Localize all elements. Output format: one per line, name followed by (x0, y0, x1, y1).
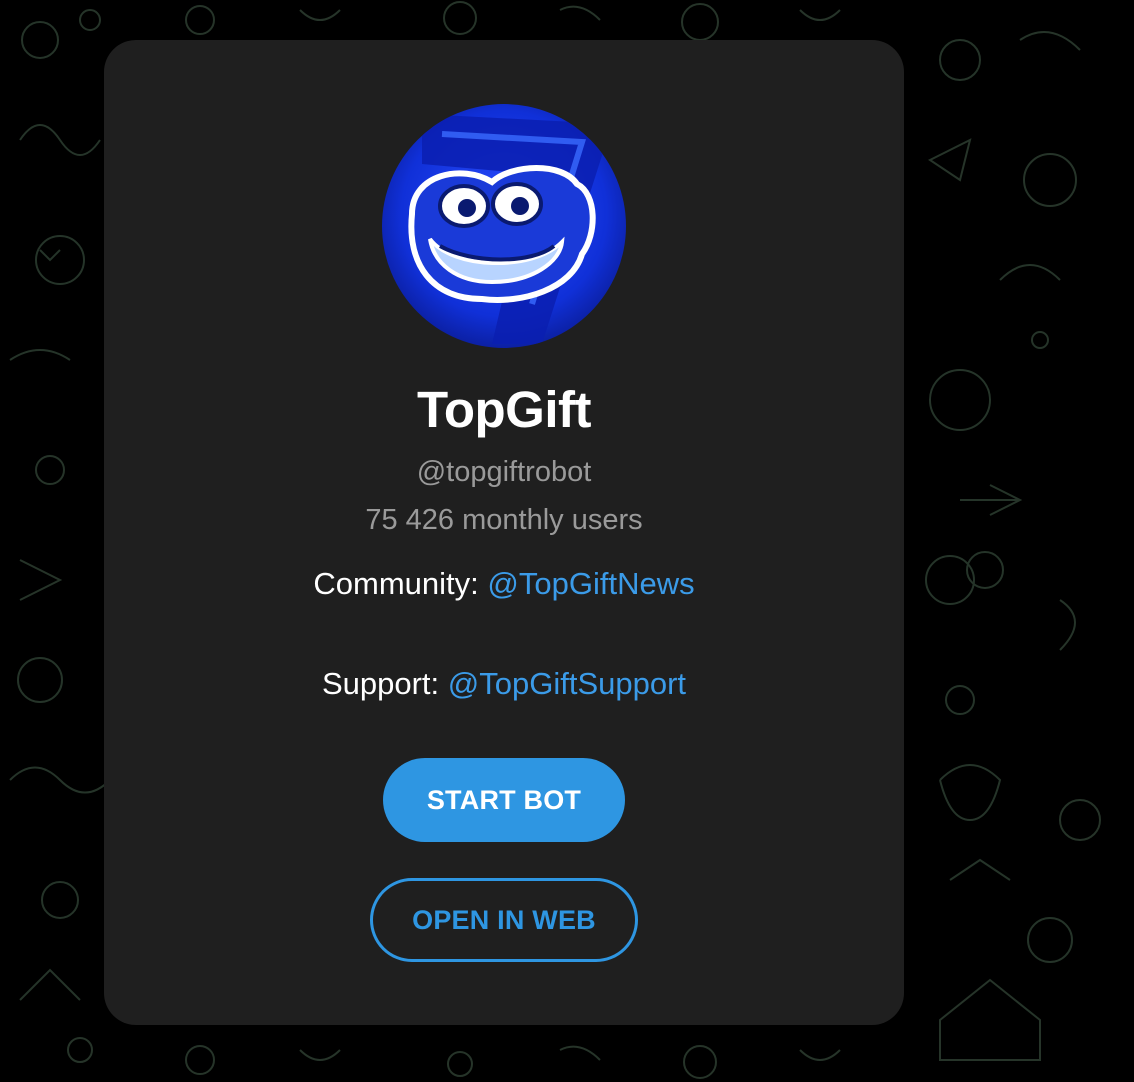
bot-name: TopGift (417, 381, 591, 438)
bot-info-card: TopGift @topgiftrobot 75 426 monthly use… (104, 40, 904, 1025)
support-line: Support: @TopGiftSupport (104, 666, 904, 702)
pepe-frog-avatar-icon (382, 104, 626, 348)
support-label: Support: (321, 666, 448, 701)
monthly-users-count: 75 426 monthly users (365, 504, 643, 536)
community-line: Community: @TopGiftNews (104, 566, 904, 602)
support-link[interactable]: @TopGiftSupport (448, 666, 686, 701)
community-label: Community: (313, 566, 488, 601)
bot-username: @topgiftrobot (416, 456, 592, 488)
open-in-web-button[interactable]: OPEN IN WEB (370, 878, 638, 962)
community-link[interactable]: @TopGiftNews (487, 566, 694, 601)
start-bot-button[interactable]: START BOT (383, 758, 625, 842)
bot-avatar (382, 104, 626, 348)
